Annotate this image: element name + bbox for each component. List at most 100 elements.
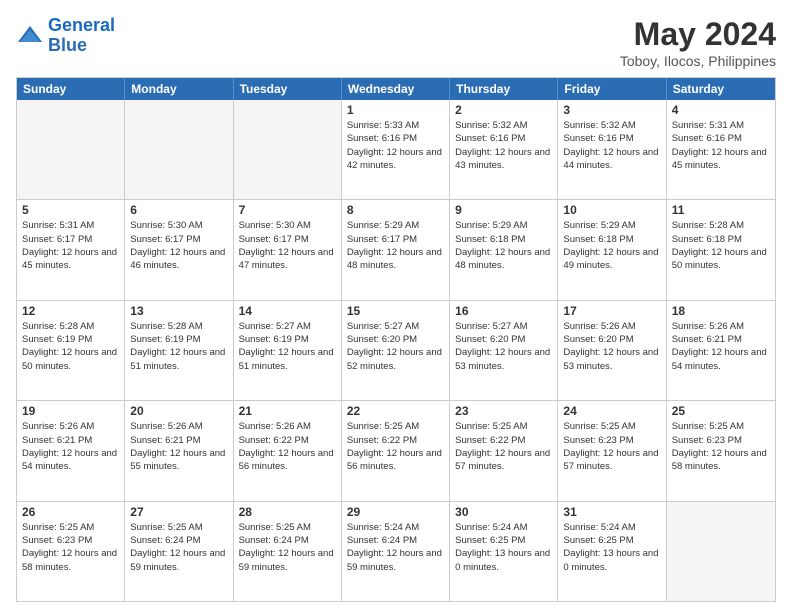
day-number: 23 <box>455 404 552 418</box>
weekday-sunday: Sunday <box>17 78 125 100</box>
title-block: May 2024 Toboy, Ilocos, Philippines <box>620 16 776 69</box>
day-info: Sunrise: 5:26 AMSunset: 6:21 PMDaylight:… <box>22 420 119 473</box>
day-number: 18 <box>672 304 770 318</box>
day-info: Sunrise: 5:27 AMSunset: 6:19 PMDaylight:… <box>239 320 336 373</box>
page: GeneralBlue May 2024 Toboy, Ilocos, Phil… <box>0 0 792 612</box>
day-info: Sunrise: 5:32 AMSunset: 6:16 PMDaylight:… <box>455 119 552 172</box>
calendar-row-4: 19Sunrise: 5:26 AMSunset: 6:21 PMDayligh… <box>17 400 775 500</box>
day-number: 28 <box>239 505 336 519</box>
calendar-row-1: 1 Sunrise: 5:33 AMSunset: 6:16 PMDaylight… <box>17 100 775 199</box>
day-info: Sunrise: 5:29 AMSunset: 6:18 PMDaylight:… <box>563 219 660 272</box>
calendar-cell: 8 Sunrise: 5:29 AMSunset: 6:17 PMDaylight… <box>342 200 450 299</box>
day-number: 13 <box>130 304 227 318</box>
logo: GeneralBlue <box>16 16 115 56</box>
day-number: 14 <box>239 304 336 318</box>
day-info: Sunrise: 5:28 AMSunset: 6:18 PMDaylight:… <box>672 219 770 272</box>
logo-text: GeneralBlue <box>48 16 115 56</box>
day-number: 26 <box>22 505 119 519</box>
day-info: Sunrise: 5:31 AMSunset: 6:16 PMDaylight:… <box>672 119 770 172</box>
day-info: Sunrise: 5:25 AMSunset: 6:24 PMDaylight:… <box>239 521 336 574</box>
day-number: 4 <box>672 103 770 117</box>
logo-icon <box>16 22 44 50</box>
day-number: 1 <box>347 103 444 117</box>
day-info: Sunrise: 5:31 AMSunset: 6:17 PMDaylight:… <box>22 219 119 272</box>
day-info: Sunrise: 5:25 AMSunset: 6:23 PMDaylight:… <box>672 420 770 473</box>
day-info: Sunrise: 5:30 AMSunset: 6:17 PMDaylight:… <box>130 219 227 272</box>
day-info: Sunrise: 5:28 AMSunset: 6:19 PMDaylight:… <box>22 320 119 373</box>
weekday-saturday: Saturday <box>667 78 775 100</box>
day-info: Sunrise: 5:30 AMSunset: 6:17 PMDaylight:… <box>239 219 336 272</box>
calendar-cell: 2 Sunrise: 5:32 AMSunset: 6:16 PMDaylight… <box>450 100 558 199</box>
day-info: Sunrise: 5:25 AMSunset: 6:24 PMDaylight:… <box>130 521 227 574</box>
day-info: Sunrise: 5:25 AMSunset: 6:22 PMDaylight:… <box>347 420 444 473</box>
calendar-cell: 6Sunrise: 5:30 AMSunset: 6:17 PMDaylight… <box>125 200 233 299</box>
calendar-cell <box>667 502 775 601</box>
calendar-header: Sunday Monday Tuesday Wednesday Thursday… <box>17 78 775 100</box>
day-info: Sunrise: 5:26 AMSunset: 6:20 PMDaylight:… <box>563 320 660 373</box>
calendar-body: 1 Sunrise: 5:33 AMSunset: 6:16 PMDaylight… <box>17 100 775 601</box>
month-title: May 2024 <box>620 16 776 53</box>
calendar-cell <box>17 100 125 199</box>
day-info: Sunrise: 5:27 AMSunset: 6:20 PMDaylight:… <box>455 320 552 373</box>
day-info: Sunrise: 5:29 AMSunset: 6:18 PMDaylight:… <box>455 219 552 272</box>
calendar-cell: 17 Sunrise: 5:26 AMSunset: 6:20 PMDayligh… <box>558 301 666 400</box>
calendar-cell: 3Sunrise: 5:32 AMSunset: 6:16 PMDaylight… <box>558 100 666 199</box>
day-number: 16 <box>455 304 552 318</box>
weekday-thursday: Thursday <box>450 78 558 100</box>
calendar-cell <box>125 100 233 199</box>
calendar-cell: 20Sunrise: 5:26 AMSunset: 6:21 PMDayligh… <box>125 401 233 500</box>
day-number: 7 <box>239 203 336 217</box>
day-number: 22 <box>347 404 444 418</box>
day-info: Sunrise: 5:33 AMSunset: 6:16 PMDaylight:… <box>347 119 444 172</box>
day-info: Sunrise: 5:26 AMSunset: 6:21 PMDaylight:… <box>130 420 227 473</box>
day-number: 21 <box>239 404 336 418</box>
day-number: 3 <box>563 103 660 117</box>
weekday-friday: Friday <box>558 78 666 100</box>
calendar-cell <box>234 100 342 199</box>
calendar-cell: 23 Sunrise: 5:25 AMSunset: 6:22 PMDayligh… <box>450 401 558 500</box>
day-number: 25 <box>672 404 770 418</box>
calendar-cell: 21Sunrise: 5:26 AMSunset: 6:22 PMDayligh… <box>234 401 342 500</box>
day-number: 2 <box>455 103 552 117</box>
calendar-row-3: 12 Sunrise: 5:28 AMSunset: 6:19 PMDayligh… <box>17 300 775 400</box>
day-number: 24 <box>563 404 660 418</box>
day-number: 11 <box>672 203 770 217</box>
calendar-cell: 11 Sunrise: 5:28 AMSunset: 6:18 PMDayligh… <box>667 200 775 299</box>
day-number: 5 <box>22 203 119 217</box>
location: Toboy, Ilocos, Philippines <box>620 53 776 69</box>
day-number: 30 <box>455 505 552 519</box>
calendar-cell: 26 Sunrise: 5:25 AMSunset: 6:23 PMDayligh… <box>17 502 125 601</box>
calendar-cell: 31Sunrise: 5:24 AMSunset: 6:25 PMDayligh… <box>558 502 666 601</box>
day-info: Sunrise: 5:28 AMSunset: 6:19 PMDaylight:… <box>130 320 227 373</box>
day-number: 10 <box>563 203 660 217</box>
day-info: Sunrise: 5:24 AMSunset: 6:25 PMDaylight:… <box>455 521 552 574</box>
calendar-cell: 28 Sunrise: 5:25 AMSunset: 6:24 PMDayligh… <box>234 502 342 601</box>
calendar-cell: 15 Sunrise: 5:27 AMSunset: 6:20 PMDayligh… <box>342 301 450 400</box>
day-info: Sunrise: 5:24 AMSunset: 6:25 PMDaylight:… <box>563 521 660 574</box>
calendar-cell: 24 Sunrise: 5:25 AMSunset: 6:23 PMDayligh… <box>558 401 666 500</box>
day-number: 12 <box>22 304 119 318</box>
day-info: Sunrise: 5:27 AMSunset: 6:20 PMDaylight:… <box>347 320 444 373</box>
calendar-cell: 7 Sunrise: 5:30 AMSunset: 6:17 PMDaylight… <box>234 200 342 299</box>
day-number: 27 <box>130 505 227 519</box>
calendar-cell: 1 Sunrise: 5:33 AMSunset: 6:16 PMDaylight… <box>342 100 450 199</box>
calendar-cell: 12 Sunrise: 5:28 AMSunset: 6:19 PMDayligh… <box>17 301 125 400</box>
calendar-cell: 22 Sunrise: 5:25 AMSunset: 6:22 PMDayligh… <box>342 401 450 500</box>
weekday-monday: Monday <box>125 78 233 100</box>
calendar-cell: 14 Sunrise: 5:27 AMSunset: 6:19 PMDayligh… <box>234 301 342 400</box>
calendar: Sunday Monday Tuesday Wednesday Thursday… <box>16 77 776 602</box>
calendar-cell: 16 Sunrise: 5:27 AMSunset: 6:20 PMDayligh… <box>450 301 558 400</box>
calendar-cell: 10 Sunrise: 5:29 AMSunset: 6:18 PMDayligh… <box>558 200 666 299</box>
day-info: Sunrise: 5:26 AMSunset: 6:21 PMDaylight:… <box>672 320 770 373</box>
day-info: Sunrise: 5:25 AMSunset: 6:23 PMDaylight:… <box>22 521 119 574</box>
day-info: Sunrise: 5:29 AMSunset: 6:17 PMDaylight:… <box>347 219 444 272</box>
calendar-cell: 30 Sunrise: 5:24 AMSunset: 6:25 PMDayligh… <box>450 502 558 601</box>
day-info: Sunrise: 5:25 AMSunset: 6:22 PMDaylight:… <box>455 420 552 473</box>
day-number: 8 <box>347 203 444 217</box>
day-info: Sunrise: 5:25 AMSunset: 6:23 PMDaylight:… <box>563 420 660 473</box>
day-number: 17 <box>563 304 660 318</box>
day-number: 15 <box>347 304 444 318</box>
calendar-cell: 18 Sunrise: 5:26 AMSunset: 6:21 PMDayligh… <box>667 301 775 400</box>
calendar-cell: 19Sunrise: 5:26 AMSunset: 6:21 PMDayligh… <box>17 401 125 500</box>
calendar-cell: 25 Sunrise: 5:25 AMSunset: 6:23 PMDayligh… <box>667 401 775 500</box>
